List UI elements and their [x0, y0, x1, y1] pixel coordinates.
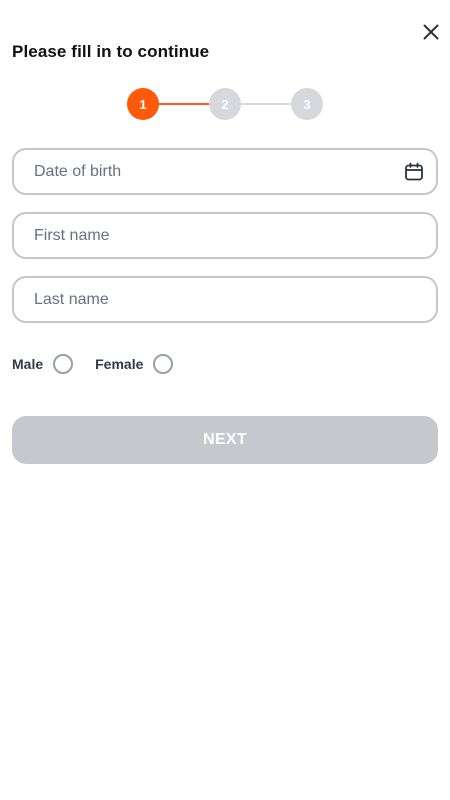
step-2: 2 [209, 88, 241, 120]
gender-selector: Male Female [12, 353, 174, 375]
step-1: 1 [127, 88, 159, 120]
stepper: 1 2 3 [0, 88, 450, 120]
next-button[interactable]: NEXT [12, 416, 438, 464]
step-3: 3 [291, 88, 323, 120]
calendar-icon[interactable] [404, 162, 424, 182]
last-name-field [12, 276, 438, 323]
male-label: Male [12, 356, 44, 372]
close-button[interactable] [420, 21, 442, 43]
last-name-input[interactable] [14, 278, 436, 321]
date-of-birth-field [12, 148, 438, 195]
close-icon [423, 24, 439, 40]
registration-screen: Please fill in to continue 1 2 3 Male Fe… [0, 0, 450, 800]
step-connector-2 [241, 103, 293, 105]
date-of-birth-input[interactable] [14, 150, 436, 193]
female-label: Female [95, 356, 144, 372]
female-radio[interactable] [153, 354, 174, 374]
male-radio[interactable] [53, 354, 74, 374]
page-title: Please fill in to continue [12, 42, 210, 61]
step-connector-1 [159, 103, 211, 105]
first-name-input[interactable] [14, 214, 436, 257]
first-name-field [12, 212, 438, 259]
